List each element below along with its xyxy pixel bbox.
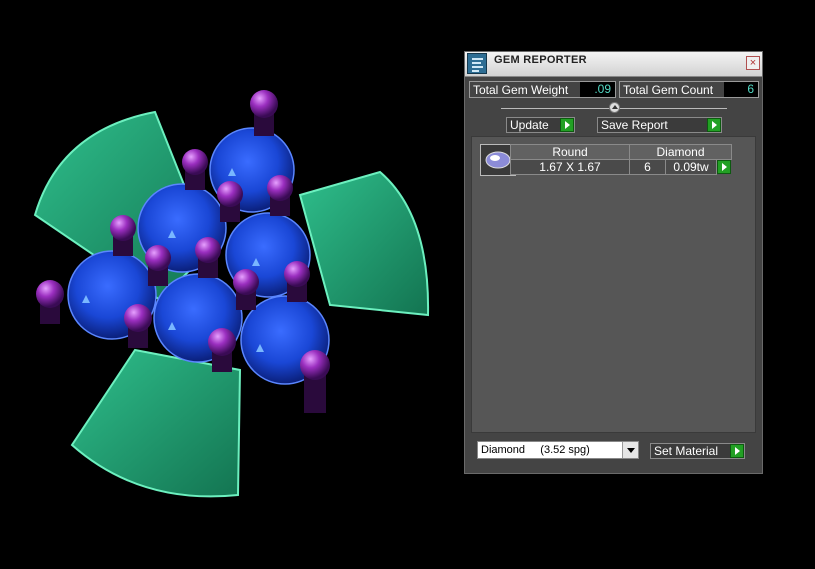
gem-material-header: Diamond (629, 144, 732, 160)
total-count-box: Total Gem Count 6 (619, 81, 759, 98)
gem-list: Round Diamond 1.67 X 1.67 6 0.09tw (471, 136, 756, 433)
total-weight-value: .09 (580, 82, 615, 97)
gem-row-go-icon[interactable] (717, 160, 731, 174)
total-weight-label: Total Gem Weight (473, 83, 569, 97)
material-dropdown-value: Diamond (3.52 spg) (481, 444, 590, 456)
gem-weight-cell: 0.09tw (665, 159, 717, 175)
update-button[interactable]: Update (506, 117, 575, 133)
play-arrow-icon (730, 444, 744, 458)
panel-titlebar[interactable]: GEM REPORTER × (465, 52, 762, 77)
setting-petal-right (298, 170, 430, 317)
gem-shape-header: Round (510, 144, 630, 160)
material-dropdown[interactable]: Diamond (3.52 spg) (477, 441, 639, 459)
chevron-down-icon[interactable] (622, 442, 638, 458)
gem-slider-handle[interactable] (609, 102, 620, 113)
gem-size-cell: 1.67 X 1.67 (510, 159, 630, 175)
panel-title: GEM REPORTER (494, 54, 587, 66)
save-report-button[interactable]: Save Report (597, 117, 722, 133)
total-count-value: 6 (724, 82, 758, 97)
play-arrow-icon (560, 118, 574, 132)
update-button-label: Update (510, 118, 549, 132)
gem-reporter-panel: GEM REPORTER × Total Gem Weight .09 Tota… (464, 51, 763, 474)
close-icon[interactable]: × (746, 56, 760, 70)
play-arrow-icon (707, 118, 721, 132)
save-report-button-label: Save Report (601, 118, 668, 132)
gem-count-cell: 6 (629, 159, 666, 175)
gem-reporter-app-icon (467, 53, 487, 74)
set-material-button-label: Set Material (654, 444, 719, 458)
total-count-label: Total Gem Count (623, 83, 714, 97)
total-weight-box: Total Gem Weight .09 (469, 81, 616, 98)
set-material-button[interactable]: Set Material (650, 443, 745, 459)
